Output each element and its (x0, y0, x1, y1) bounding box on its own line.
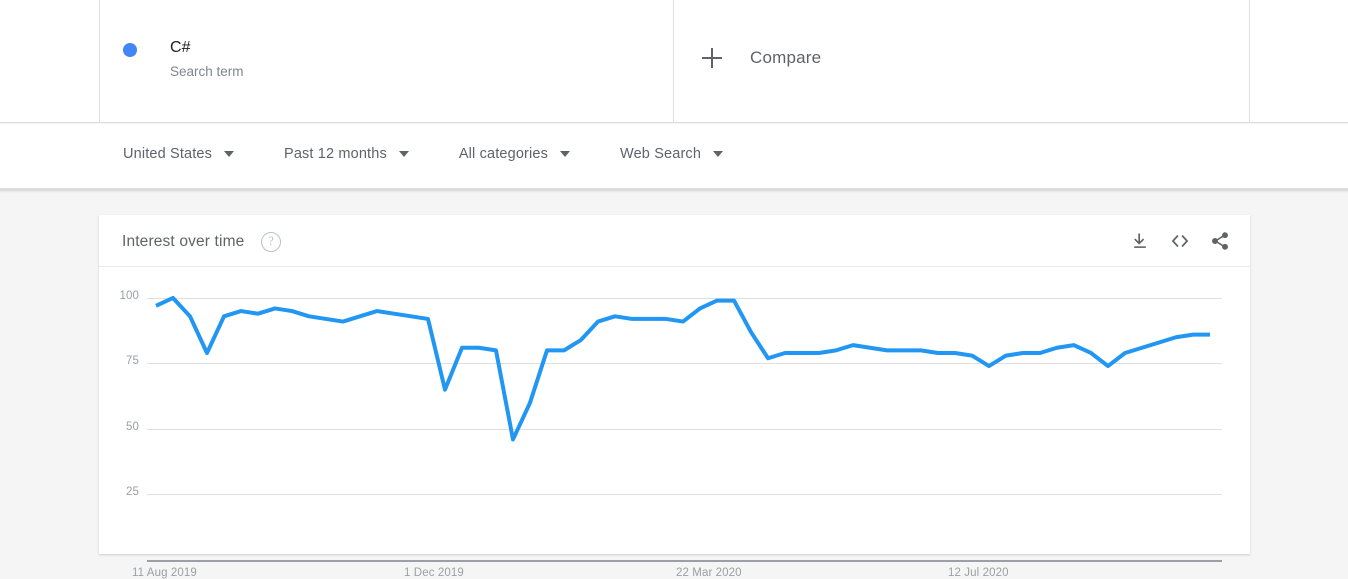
filter-time-range-label: Past 12 months (284, 146, 387, 162)
chart-x-tick-label: 22 Mar 2020 (676, 567, 742, 579)
filter-search-type-label: Web Search (620, 146, 702, 162)
page-title: Interest over time (122, 233, 245, 250)
filter-location[interactable]: United States (123, 146, 234, 162)
filter-category[interactable]: All categories (458, 146, 571, 162)
card-header: Interest over time ? (99, 215, 1250, 267)
chevron-down-icon (713, 151, 724, 157)
filter-location-label: United States (123, 146, 212, 162)
interest-over-time-chart: 25 50 75 100 11 Aug 2019 1 Dec 2019 22 Mar 20… (99, 267, 1250, 579)
chart-x-axis-line (147, 560, 1222, 562)
filter-time-range[interactable]: Past 12 months (284, 146, 409, 162)
series-color-dot (123, 43, 137, 57)
search-term-label: C# (170, 39, 191, 56)
search-term-subtitle: Search term (170, 64, 244, 79)
chevron-down-icon (398, 151, 409, 157)
card-action-list (1112, 229, 1232, 253)
filter-list: United States Past 12 months All categor… (123, 146, 773, 162)
plus-icon (702, 48, 722, 68)
compare-label: Compare (750, 48, 822, 67)
chart-x-tick-label: 12 Jul 2020 (948, 567, 1009, 579)
chart-x-tick-label: 1 Dec 2019 (404, 567, 464, 579)
filter-search-type[interactable]: Web Search (620, 146, 724, 162)
search-term-content: C# Search term (123, 38, 244, 81)
header-shadow (0, 189, 1348, 193)
compare-card[interactable]: Compare (674, 0, 1250, 122)
search-term-texts: C# Search term (170, 38, 244, 81)
search-term-bar: C# Search term Compare (0, 0, 1348, 123)
chevron-down-icon (560, 151, 571, 157)
help-circle-icon[interactable]: ? (261, 232, 281, 252)
add-compare-button[interactable]: Compare (702, 48, 821, 68)
download-icon[interactable] (1128, 229, 1152, 253)
filter-category-label: All categories (458, 146, 549, 162)
chevron-down-icon (224, 151, 234, 157)
chart-x-tick-label: 11 Aug 2019 (132, 567, 197, 579)
embed-code-icon[interactable] (1168, 229, 1192, 253)
filter-bar: United States Past 12 months All categor… (0, 124, 1348, 189)
interest-over-time-card: Interest over time ? 25 50 75 100 11 Aug… (99, 215, 1250, 579)
chart-series-layer[interactable] (99, 267, 1250, 554)
share-icon[interactable] (1208, 229, 1232, 253)
search-term-card[interactable]: C# Search term (99, 0, 674, 122)
chart-series-line[interactable] (155, 295, 1210, 442)
